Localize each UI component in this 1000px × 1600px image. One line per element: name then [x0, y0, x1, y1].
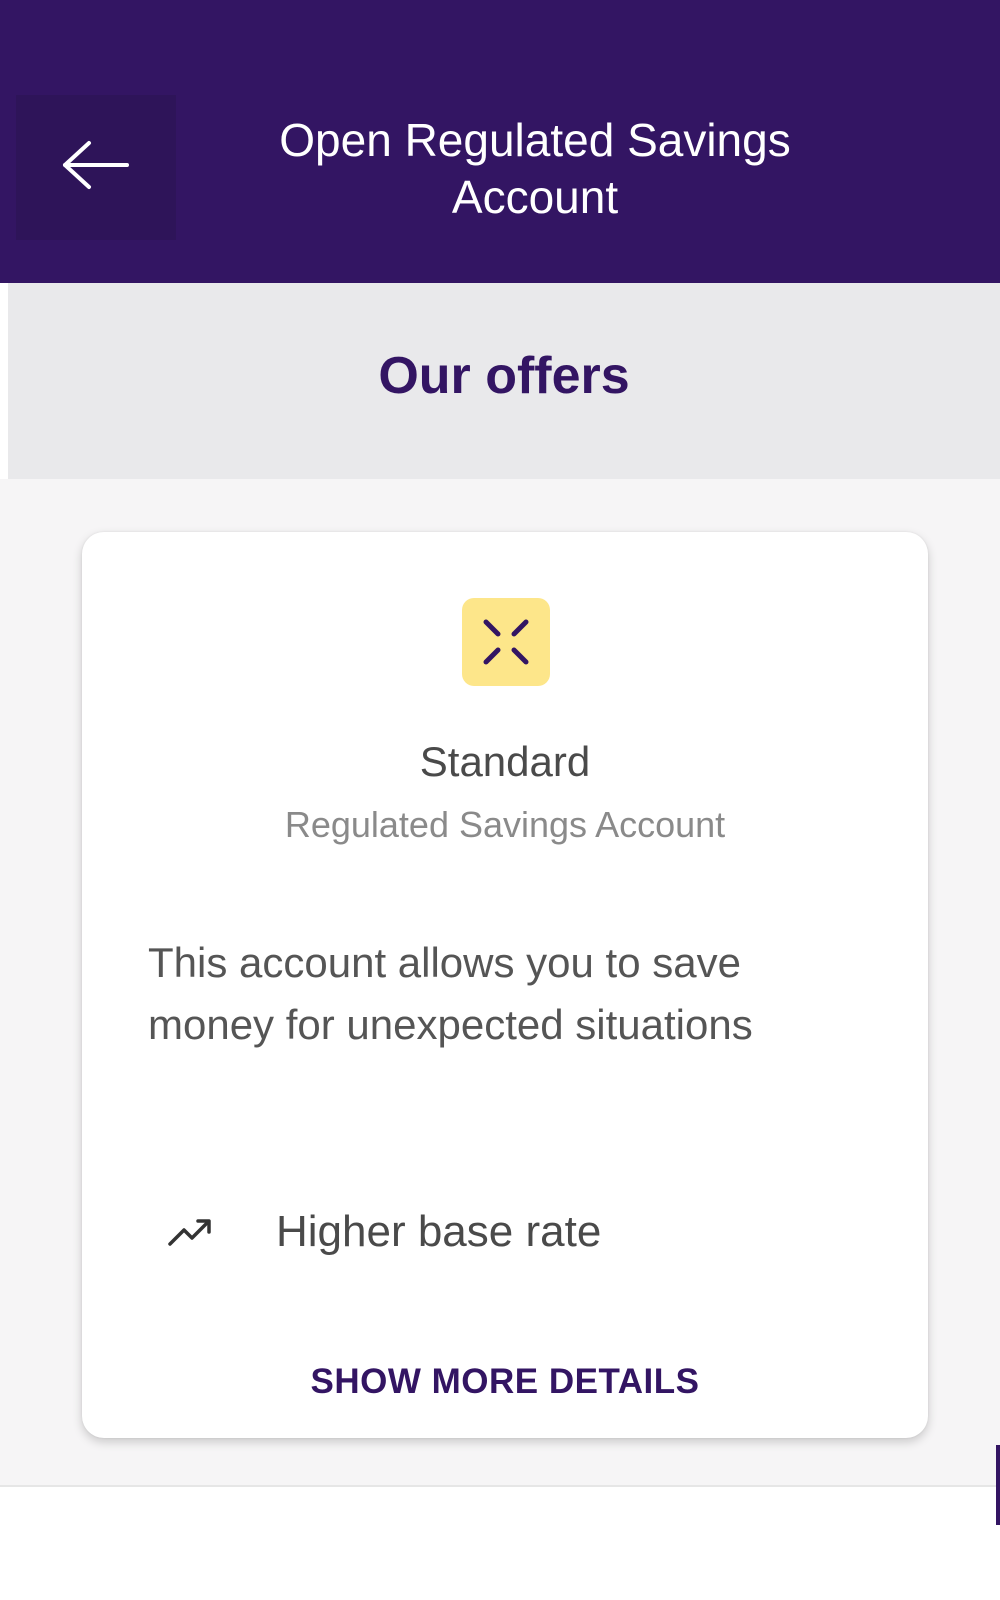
app-header: Open Regulated Savings Account [0, 0, 1000, 283]
arrow-left-icon [61, 139, 131, 196]
page-title: Open Regulated Savings Account [279, 114, 791, 223]
offers-section-header: Our offers [8, 283, 1000, 479]
page: Open Regulated Savings Account Our offer… [0, 0, 1000, 1600]
offer-subtitle: Regulated Savings Account [284, 804, 726, 845]
section-title: Our offers [378, 347, 630, 405]
scroll-indicator [996, 1445, 1000, 1525]
compress-arrows-icon [462, 598, 550, 686]
feature-label: Higher base rate [276, 1207, 602, 1256]
offer-description: This account allows you to save money fo… [148, 939, 753, 1048]
offer-card[interactable]: Standard Regulated Savings Account This … [82, 532, 928, 1438]
offer-name: Standard [419, 738, 591, 785]
back-button[interactable] [16, 95, 176, 240]
feature-item: Higher base rate [168, 1202, 601, 1262]
show-more-details-button[interactable]: SHOW MORE DETAILS [82, 1362, 928, 1402]
trending-up-icon [168, 1210, 212, 1254]
